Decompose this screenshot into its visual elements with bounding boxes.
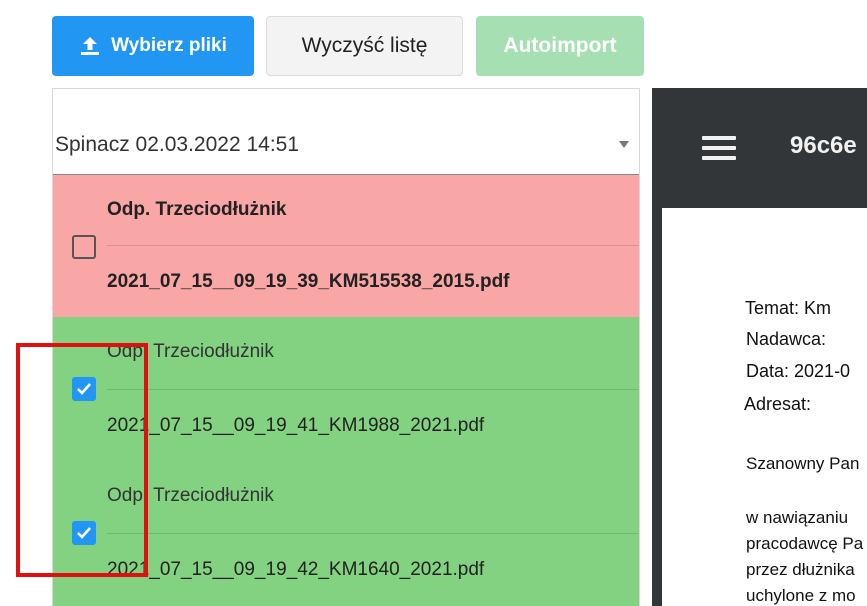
- autoimport-label: Autoimport: [503, 34, 617, 57]
- pdf-viewer: 96c6e Temat: Km Nadawca: Data: 2021-0 Ad…: [652, 88, 867, 606]
- upload-files-label: Wybierz pliki: [111, 35, 227, 56]
- autoimport-button[interactable]: Autoimport: [476, 16, 644, 76]
- document-name: 96c6e: [790, 132, 857, 159]
- file-item-filename: 2021_07_15__09_19_42_KM1640_2021.pdf: [107, 559, 485, 580]
- clear-list-button[interactable]: Wyczyść listę: [266, 16, 463, 76]
- file-item-divider: [107, 389, 639, 390]
- menu-icon[interactable]: [702, 136, 736, 160]
- batch-select[interactable]: Spinacz 02.03.2022 14:51: [53, 89, 639, 175]
- page-text-line: pracodawcę Pa: [746, 534, 864, 553]
- page-text-line: Temat: Km: [745, 298, 832, 318]
- page-text-line: w nawiązaniu: [746, 508, 849, 527]
- file-item-divider: [107, 245, 639, 246]
- upload-files-button[interactable]: Wybierz pliki: [52, 16, 254, 76]
- page-text-line: Szanowny Pan: [746, 454, 860, 473]
- file-item[interactable]: Odp. Trzeciodłużnik 2021_07_15__09_19_39…: [53, 175, 639, 317]
- caret-down-icon: [619, 141, 629, 148]
- file-item-checkbox[interactable]: [72, 235, 96, 259]
- page-text-line: przez dłużnika: [746, 560, 855, 579]
- file-item-title: Odp. Trzeciodłużnik: [107, 199, 287, 220]
- clear-list-label: Wyczyść listę: [301, 34, 428, 57]
- page-text-line: uchylone z mo: [746, 586, 856, 605]
- batch-select-value: Spinacz 02.03.2022 14:51: [55, 133, 300, 156]
- upload-icon: [81, 37, 100, 55]
- file-item-filename: 2021_07_15__09_19_39_KM515538_2015.pdf: [107, 271, 510, 292]
- page-text-line: Data: 2021-0: [746, 361, 851, 381]
- file-item-filename: 2021_07_15__09_19_41_KM1988_2021.pdf: [107, 415, 485, 436]
- page-text-line: Nadawca:: [746, 329, 827, 349]
- pdf-viewer-toolbar: 96c6e: [652, 88, 867, 208]
- page-text-line: Adresat:: [744, 394, 812, 414]
- highlight-annotation: [16, 343, 148, 577]
- pdf-page: Temat: Km Nadawca: Data: 2021-0 Adresat:…: [662, 208, 867, 606]
- file-item-divider: [107, 533, 639, 534]
